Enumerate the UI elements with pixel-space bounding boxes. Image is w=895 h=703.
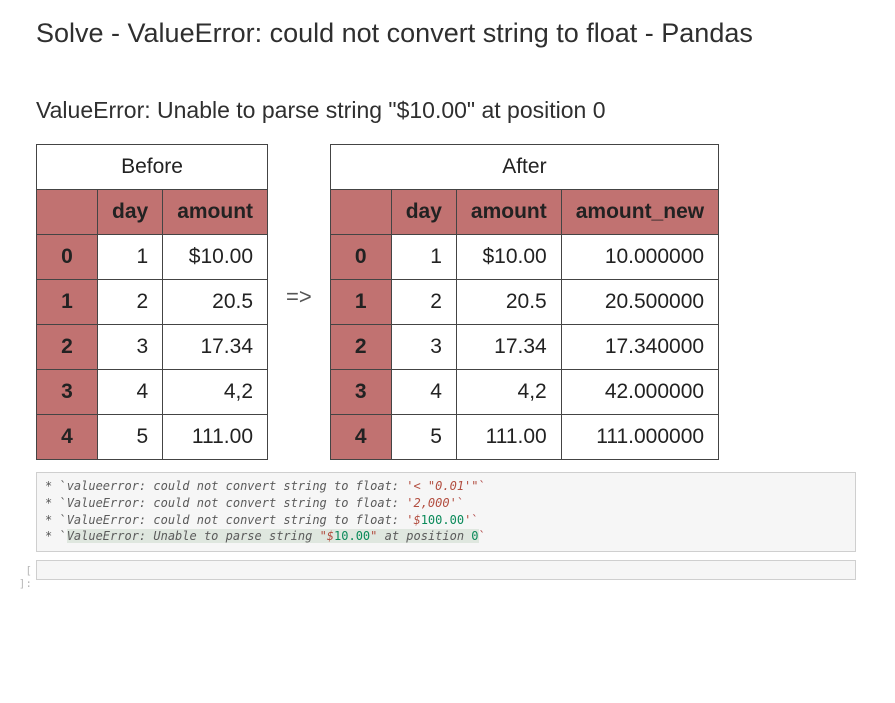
backtick-icon: `: [479, 529, 486, 543]
table-row: 1 2 20.5 20.500000: [330, 280, 718, 325]
cell-amount: 111.00: [163, 415, 268, 460]
cell-amount-new: 111.000000: [561, 415, 718, 460]
cell-amount: 4,2: [163, 370, 268, 415]
document-page: Solve - ValueError: could not convert st…: [0, 0, 895, 590]
cell-day: 5: [391, 415, 456, 460]
cell-amount: 20.5: [456, 280, 561, 325]
err4-number: 10.00: [334, 529, 370, 543]
error-line-4: * `ValueError: Unable to parse string "$…: [45, 528, 847, 545]
cell-amount: $10.00: [163, 235, 268, 280]
row-index: 2: [330, 325, 391, 370]
notebook-input-cell[interactable]: [ ]:: [6, 560, 856, 590]
table-row: 1 2 20.5: [37, 280, 268, 325]
row-index: 3: [37, 370, 98, 415]
after-corner: [330, 190, 391, 235]
after-col-day: day: [391, 190, 456, 235]
row-index: 3: [330, 370, 391, 415]
cell-prompt-label: [ ]:: [6, 560, 36, 590]
bullet-icon: * `: [45, 529, 67, 543]
before-caption: Before: [37, 145, 268, 190]
err3-prefix: '$: [406, 513, 420, 527]
bullet-icon: * `: [45, 496, 67, 510]
table-row: 0 1 $10.00 10.000000: [330, 235, 718, 280]
cell-amount-new: 10.000000: [561, 235, 718, 280]
after-col-amount-new: amount_new: [561, 190, 718, 235]
tables-row: Before day amount 0 1 $10.00 1 2 20.5: [36, 144, 895, 460]
cell-day: 2: [98, 280, 163, 325]
after-table: After day amount amount_new 0 1 $10.00 1…: [330, 144, 719, 460]
bullet-icon: * `: [45, 479, 67, 493]
before-table: Before day amount 0 1 $10.00 1 2 20.5: [36, 144, 268, 460]
table-row: 2 3 17.34: [37, 325, 268, 370]
error-line-3: * `ValueError: could not convert string …: [45, 512, 847, 529]
err2-text: ValueError: could not convert string to …: [67, 496, 407, 510]
backtick-icon: `: [457, 496, 464, 510]
cell-amount: $10.00: [456, 235, 561, 280]
cell-amount-new: 42.000000: [561, 370, 718, 415]
err4-prefix: "$: [320, 529, 334, 543]
row-index: 0: [330, 235, 391, 280]
cell-amount: 20.5: [163, 280, 268, 325]
table-row: 4 5 111.00: [37, 415, 268, 460]
error-line-2: * `ValueError: could not convert string …: [45, 495, 847, 512]
row-index: 2: [37, 325, 98, 370]
code-input[interactable]: [36, 560, 856, 580]
bullet-icon: * `: [45, 513, 67, 527]
row-index: 4: [37, 415, 98, 460]
row-index: 1: [37, 280, 98, 325]
before-col-amount: amount: [163, 190, 268, 235]
row-index: 1: [330, 280, 391, 325]
backtick-icon: `: [479, 479, 486, 493]
err1-value: '< "0.01'": [406, 479, 478, 493]
before-corner: [37, 190, 98, 235]
cell-day: 5: [98, 415, 163, 460]
backtick-icon: `: [471, 513, 478, 527]
cell-amount: 111.00: [456, 415, 561, 460]
row-index: 4: [330, 415, 391, 460]
after-caption: After: [330, 145, 718, 190]
err3-number: 100.00: [421, 513, 464, 527]
table-row: 0 1 $10.00: [37, 235, 268, 280]
err4-posnum: 0: [471, 529, 478, 543]
row-index: 0: [37, 235, 98, 280]
err4-pos: at position: [377, 529, 471, 543]
table-row: 2 3 17.34 17.340000: [330, 325, 718, 370]
cell-amount-new: 20.500000: [561, 280, 718, 325]
cell-amount: 17.34: [456, 325, 561, 370]
err2-value: '2,000': [406, 496, 457, 510]
cell-amount: 4,2: [456, 370, 561, 415]
page-subtitle: ValueError: Unable to parse string "$10.…: [36, 97, 895, 124]
cell-day: 2: [391, 280, 456, 325]
cell-day: 3: [98, 325, 163, 370]
table-row: 3 4 4,2 42.000000: [330, 370, 718, 415]
cell-day: 4: [98, 370, 163, 415]
page-title: Solve - ValueError: could not convert st…: [36, 18, 895, 49]
error-code-block: * `valueerror: could not convert string …: [36, 472, 856, 552]
cell-day: 4: [391, 370, 456, 415]
err4-text: ValueError: Unable to parse string: [67, 529, 320, 543]
before-col-day: day: [98, 190, 163, 235]
table-row: 3 4 4,2: [37, 370, 268, 415]
err1-text: valueerror: could not convert string to …: [67, 479, 407, 493]
cell-amount: 17.34: [163, 325, 268, 370]
cell-day: 1: [98, 235, 163, 280]
table-row: 4 5 111.00 111.000000: [330, 415, 718, 460]
error-line-1: * `valueerror: could not convert string …: [45, 478, 847, 495]
cell-amount-new: 17.340000: [561, 325, 718, 370]
arrow-icon: =>: [282, 284, 316, 310]
cell-day: 3: [391, 325, 456, 370]
err3-text: ValueError: could not convert string to …: [67, 513, 407, 527]
after-col-amount: amount: [456, 190, 561, 235]
cell-day: 1: [391, 235, 456, 280]
